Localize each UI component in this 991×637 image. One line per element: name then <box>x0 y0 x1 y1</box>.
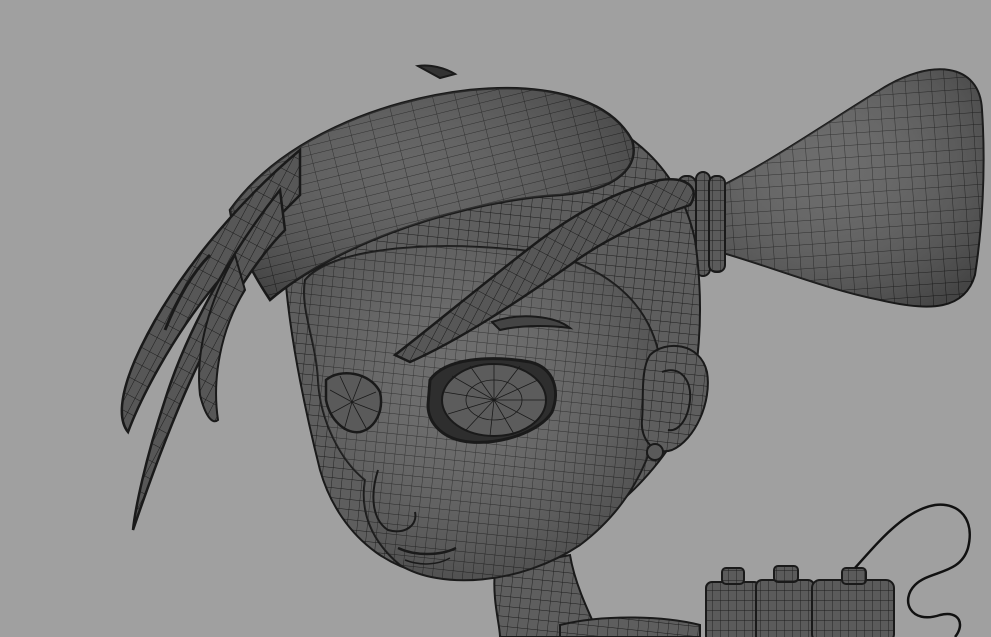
shoulder <box>559 616 701 637</box>
3d-viewport[interactable] <box>0 0 991 637</box>
spray-can <box>705 567 761 637</box>
ponytail <box>698 68 985 308</box>
hair-bangs <box>120 147 302 531</box>
spray-can <box>755 565 815 637</box>
spray-can <box>811 567 895 637</box>
wireframe-model[interactable] <box>0 0 991 637</box>
ear <box>640 344 709 461</box>
spray-cans <box>705 565 895 637</box>
